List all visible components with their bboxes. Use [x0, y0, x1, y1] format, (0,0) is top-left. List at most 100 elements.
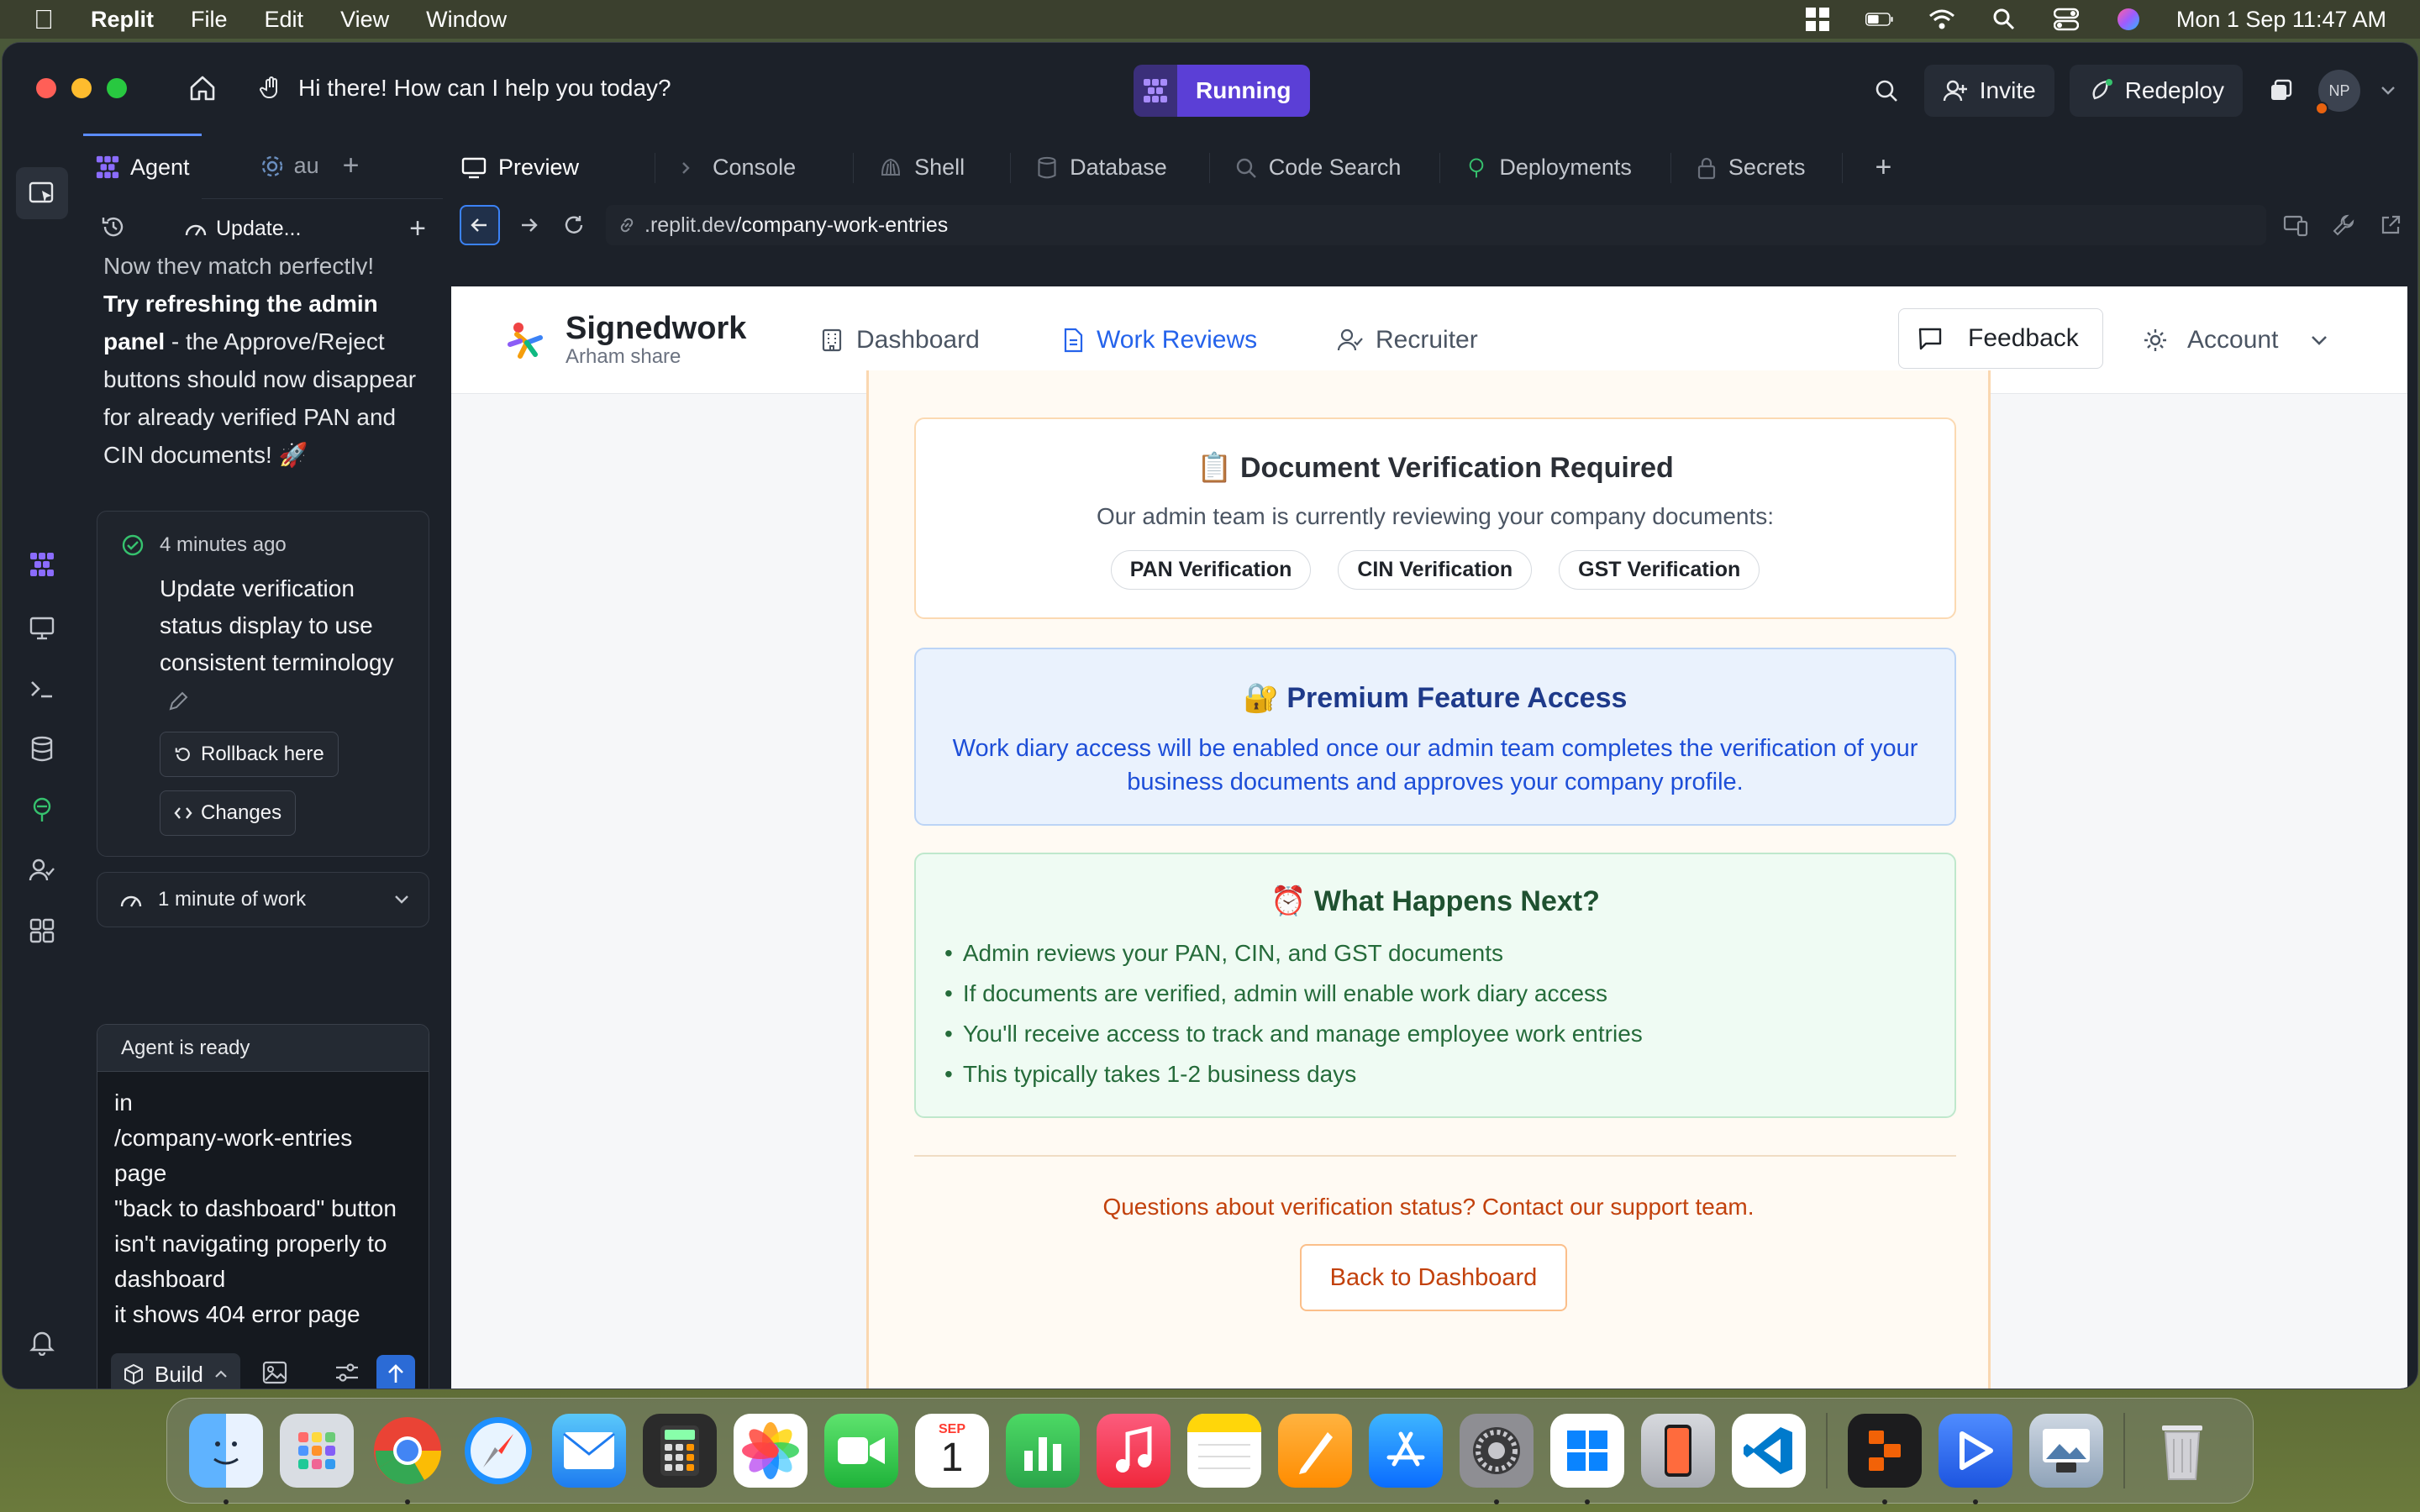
window-grid-icon[interactable]: [1803, 8, 1832, 31]
spotlight-search-icon[interactable]: [1990, 8, 2018, 31]
close-window-button[interactable]: [36, 78, 56, 98]
dock-screen-studio[interactable]: [1930, 1405, 2021, 1504]
menu-view[interactable]: View: [340, 7, 389, 33]
add-tab-button[interactable]: +: [1863, 134, 1905, 199]
verification-card: 📋 Document Verification Required Our adm…: [866, 370, 1991, 1389]
back-icon[interactable]: [460, 205, 500, 245]
dock-windows-app[interactable]: [1542, 1405, 1633, 1504]
image-attach-icon[interactable]: [262, 1361, 287, 1389]
dock-app-store[interactable]: [1360, 1405, 1451, 1496]
tab-database[interactable]: Database: [1024, 134, 1223, 199]
new-chat-button[interactable]: +: [409, 213, 426, 245]
list-item: Admin reviews your PAN, CIN, and GST doc…: [944, 933, 1954, 974]
changes-button[interactable]: Changes: [160, 790, 297, 836]
zoom-window-button[interactable]: [107, 78, 127, 98]
nav-dashboard-label: Dashboard: [856, 326, 980, 354]
refresh-icon[interactable]: [554, 205, 594, 245]
apple-menu-icon[interactable]: : [34, 4, 54, 35]
new-tab-button[interactable]: +: [331, 134, 371, 199]
search-icon[interactable]: [1864, 65, 1909, 117]
dock-calculator[interactable]: [634, 1405, 725, 1496]
menu-window[interactable]: Window: [426, 7, 507, 33]
agent-rail-icon[interactable]: [24, 547, 60, 582]
chat-title-button[interactable]: Update...: [184, 217, 301, 241]
notifications-bell-icon[interactable]: [24, 1325, 60, 1360]
url-input[interactable]: .replit.dev/company-work-entries: [606, 205, 2266, 245]
dock-launchpad[interactable]: [271, 1405, 362, 1496]
preview-rail-icon[interactable]: [24, 611, 60, 646]
tab-console[interactable]: Console: [669, 134, 867, 199]
dock-safari[interactable]: [453, 1405, 544, 1496]
dock-trash[interactable]: [2137, 1405, 2228, 1496]
tab-shell-label: Shell: [914, 155, 965, 180]
dock-replit[interactable]: [1839, 1405, 1930, 1504]
agent-panel: Agent au + Update... + Now they match pe…: [83, 133, 443, 1389]
dock-calendar[interactable]: SEP 1: [907, 1405, 997, 1496]
menu-app-name[interactable]: Replit: [91, 7, 154, 33]
tab-agent-label: Agent: [130, 154, 190, 180]
pencil-icon[interactable]: [166, 690, 190, 713]
apps-grid-rail-icon[interactable]: [24, 913, 60, 948]
tab-assistant[interactable]: au: [249, 134, 331, 199]
battery-icon[interactable]: [1865, 8, 1894, 31]
window-title: Hi there! How can I help you today?: [298, 75, 671, 101]
devices-icon[interactable]: [2283, 213, 2308, 237]
file-tree-icon[interactable]: [16, 167, 68, 219]
dock-pages[interactable]: [1270, 1405, 1360, 1496]
shell-rail-icon[interactable]: [24, 671, 60, 706]
tab-preview[interactable]: Preview: [450, 134, 670, 199]
wifi-icon[interactable]: [1928, 8, 1956, 31]
deployments-rail-icon[interactable]: [24, 792, 60, 827]
settings-sliders-icon[interactable]: [334, 1361, 360, 1389]
agent-prompt-input[interactable]: in /company-work-entries page "back to d…: [97, 1072, 429, 1346]
chevron-down-icon[interactable]: [2375, 65, 2401, 117]
external-link-icon[interactable]: [2379, 213, 2402, 237]
brand-name: Signedwork: [566, 311, 747, 346]
feedback-button[interactable]: Feedback: [1898, 308, 2103, 369]
home-icon[interactable]: [186, 71, 219, 105]
dock-vscode[interactable]: [1723, 1405, 1814, 1496]
back-to-dashboard-button[interactable]: Back to Dashboard: [1300, 1244, 1567, 1311]
help-icon[interactable]: [24, 1383, 60, 1389]
send-button[interactable]: [376, 1355, 415, 1389]
minimize-window-button[interactable]: [71, 78, 92, 98]
tab-deployments[interactable]: Deployments: [1454, 134, 1685, 199]
dock-facetime[interactable]: [816, 1405, 907, 1496]
siri-icon[interactable]: [2114, 8, 2143, 31]
dock-notes[interactable]: [1179, 1405, 1270, 1496]
dock-music[interactable]: [1088, 1405, 1179, 1496]
tab-secrets-label: Secrets: [1728, 155, 1806, 180]
dock-mail[interactable]: [544, 1405, 634, 1496]
dock-preview[interactable]: [2021, 1405, 2112, 1496]
rollback-button[interactable]: Rollback here: [160, 732, 339, 777]
control-center-icon[interactable]: [2052, 8, 2081, 31]
dock-system-settings[interactable]: [1451, 1405, 1542, 1504]
menu-edit[interactable]: Edit: [265, 7, 304, 33]
work-summary-row[interactable]: 1 minute of work: [97, 872, 429, 927]
tab-agent[interactable]: Agent: [83, 133, 202, 199]
tab-shell[interactable]: Shell: [867, 134, 1024, 199]
dock-photos[interactable]: [725, 1405, 816, 1496]
dock-numbers[interactable]: [997, 1405, 1088, 1496]
history-icon[interactable]: [100, 213, 134, 244]
brand[interactable]: Signedwork Arham share: [505, 312, 746, 369]
menu-file[interactable]: File: [191, 7, 228, 33]
database-rail-icon[interactable]: [24, 732, 60, 767]
dock-finder[interactable]: [181, 1405, 271, 1504]
tab-code-search[interactable]: Code Search: [1223, 134, 1455, 199]
redeploy-button[interactable]: Redeploy: [2069, 65, 2243, 117]
avatar[interactable]: NP: [2315, 70, 2360, 115]
account-menu[interactable]: Account: [2142, 286, 2328, 394]
wrench-icon[interactable]: [2332, 213, 2355, 237]
window-toggle-icon[interactable]: [2258, 65, 2303, 117]
forward-icon[interactable]: [508, 205, 549, 245]
invite-button[interactable]: Invite: [1923, 65, 2054, 117]
avatar-status-dot: [2315, 102, 2328, 115]
dock-chrome[interactable]: [362, 1405, 453, 1504]
dock-iphone-mirroring[interactable]: [1633, 1405, 1723, 1496]
run-status-button[interactable]: Running: [1134, 65, 1310, 117]
tab-secrets[interactable]: Secrets: [1685, 134, 1857, 199]
user-check-rail-icon[interactable]: [24, 853, 60, 888]
menu-clock[interactable]: Mon 1 Sep 11:47 AM: [2176, 7, 2386, 33]
build-mode-button[interactable]: Build: [111, 1352, 240, 1389]
